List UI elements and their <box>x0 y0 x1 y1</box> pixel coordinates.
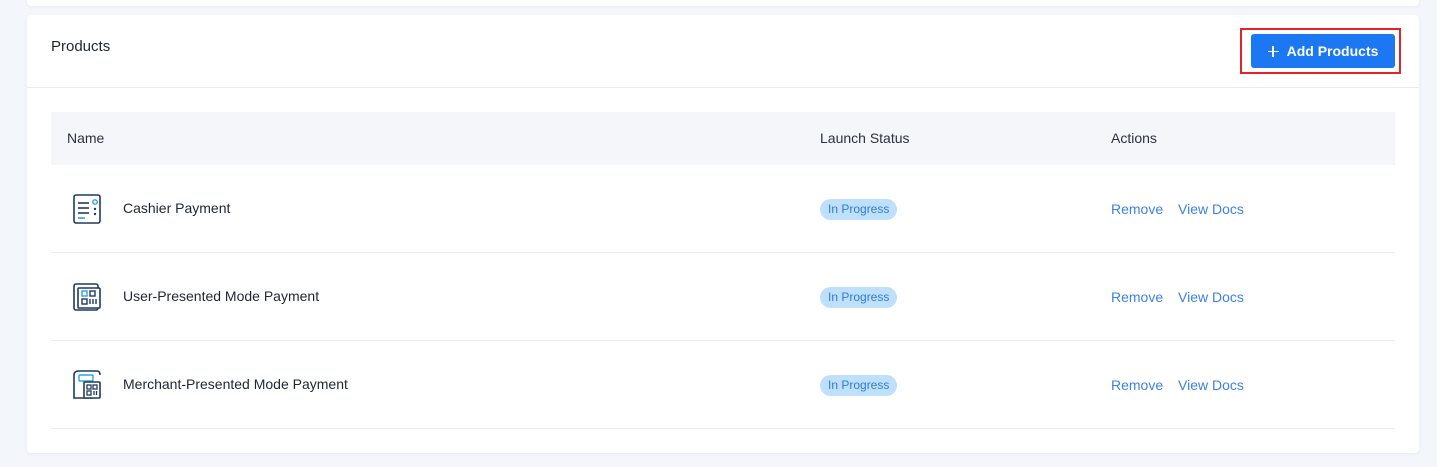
table-row: User-Presented Mode Payment In Progress … <box>51 253 1395 341</box>
column-header-name: Name <box>67 130 105 146</box>
product-name: Cashier Payment <box>123 200 231 216</box>
product-name: User-Presented Mode Payment <box>123 288 320 304</box>
column-header-launch-status: Launch Status <box>820 130 910 146</box>
status-badge: In Progress <box>820 287 898 308</box>
table-header: Name Launch Status Actions <box>51 112 1395 165</box>
view-docs-link[interactable]: View Docs <box>1178 201 1244 217</box>
page-title: Products <box>51 38 111 55</box>
previous-card <box>27 0 1419 6</box>
remove-link[interactable]: Remove <box>1111 201 1163 217</box>
table-row: Cashier Payment In Progress Remove View … <box>51 165 1395 253</box>
products-table: Name Launch Status Actions Cashier Payme… <box>51 112 1395 429</box>
cashier-payment-icon <box>73 194 101 224</box>
products-card: Products Add Products Name Launch Status… <box>27 15 1419 453</box>
product-name: Merchant-Presented Mode Payment <box>123 376 348 392</box>
view-docs-link[interactable]: View Docs <box>1178 377 1244 393</box>
column-header-actions: Actions <box>1111 130 1157 146</box>
plus-icon <box>1267 45 1279 57</box>
user-presented-qr-icon <box>73 283 101 311</box>
merchant-presented-qr-icon <box>73 370 101 399</box>
status-badge: In Progress <box>820 375 898 396</box>
remove-link[interactable]: Remove <box>1111 289 1163 305</box>
status-badge: In Progress <box>820 199 898 220</box>
remove-link[interactable]: Remove <box>1111 377 1163 393</box>
products-card-header: Products Add Products <box>27 15 1419 88</box>
table-row: Merchant-Presented Mode Payment In Progr… <box>51 341 1395 429</box>
view-docs-link[interactable]: View Docs <box>1178 289 1244 305</box>
add-products-label: Add Products <box>1286 43 1379 59</box>
add-products-button[interactable]: Add Products <box>1251 34 1395 68</box>
